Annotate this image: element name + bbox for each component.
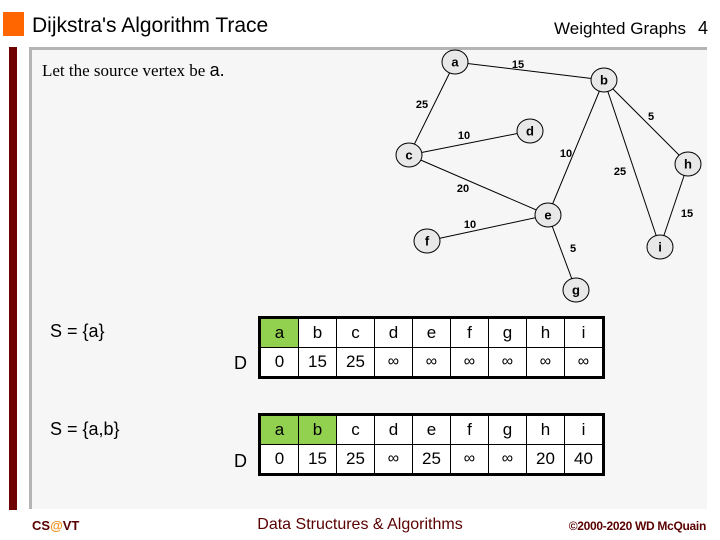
- edge-a-b: [454, 61, 605, 81]
- vertex-header-d: d: [374, 317, 413, 348]
- node-label-e: e: [544, 208, 551, 223]
- edge-weight-c-e: 20: [457, 183, 469, 195]
- vertex-header-i: i: [564, 317, 604, 348]
- distance-d: ∞: [374, 444, 413, 475]
- edge-weight-a-b: 15: [512, 59, 524, 71]
- vertex-header-a: a: [259, 317, 299, 348]
- distance-c: 25: [336, 347, 375, 378]
- node-label-d: d: [526, 124, 534, 139]
- vertex-header-c: c: [336, 414, 375, 445]
- edge-weight-e-g: 5: [570, 243, 576, 255]
- set-label-step-2: S = {a,b}: [50, 419, 120, 439]
- vertex-header-c: c: [336, 317, 375, 348]
- distance-d: ∞: [374, 347, 413, 378]
- edge-weight-b-e: 10: [560, 148, 572, 160]
- node-label-h: h: [684, 157, 692, 172]
- footer-copyright: ©2000-2020 WD McQuain: [568, 519, 707, 533]
- vertex-header-f: f: [450, 414, 489, 445]
- vertex-header-g: g: [488, 317, 527, 348]
- edge-weight-e-f: 10: [464, 219, 476, 231]
- node-label-b: b: [600, 73, 608, 88]
- vertex-header-f: f: [450, 317, 489, 348]
- node-f: f: [413, 228, 441, 254]
- edge-h-i: [659, 163, 689, 248]
- distance-h: 20: [526, 444, 565, 475]
- distance-e: 25: [412, 444, 451, 475]
- node-label-c: c: [405, 148, 412, 163]
- node-h: h: [674, 151, 702, 177]
- vertex-header-row: abcdefghi: [259, 414, 604, 445]
- distance-f: ∞: [450, 444, 489, 475]
- node-label-i: i: [658, 240, 662, 255]
- node-label-g: g: [572, 283, 580, 298]
- distance-h: ∞: [526, 347, 565, 378]
- vertex-header-b: b: [298, 317, 337, 348]
- distance-row: 0 15 25 ∞ 25 ∞ ∞ 20 40: [259, 444, 604, 475]
- distance-i: 40: [564, 444, 604, 475]
- distance-g: ∞: [488, 444, 527, 475]
- node-label-a: a: [451, 55, 459, 70]
- vertex-header-b: b: [298, 414, 337, 445]
- vertex-header-h: h: [526, 317, 565, 348]
- node-a: a: [441, 49, 469, 75]
- vertex-header-h: h: [526, 414, 565, 445]
- distance-a: 0: [259, 347, 299, 378]
- node-i: i: [646, 234, 674, 260]
- distance-a: 0: [259, 444, 299, 475]
- distance-f: ∞: [450, 347, 489, 378]
- distance-table-step-1: abcdefghi 0 15 25 ∞ ∞ ∞ ∞ ∞ ∞: [258, 316, 605, 379]
- node-b: b: [590, 67, 618, 93]
- vertex-header-e: e: [412, 317, 451, 348]
- vertex-header-d: d: [374, 414, 413, 445]
- edge-e-f: [426, 214, 549, 242]
- node-label-f: f: [425, 234, 430, 249]
- edge-b-e: [547, 79, 605, 216]
- edge-c-e: [408, 154, 549, 216]
- distance-table-step-2: abcdefghi 0 15 25 ∞ 25 ∞ ∞ 20 40: [258, 413, 605, 476]
- edge-b-h: [603, 79, 689, 165]
- edge-weight-b-h: 5: [648, 111, 654, 123]
- distance-i: ∞: [564, 347, 604, 378]
- set-label-step-1: S = {a}: [50, 321, 105, 341]
- edge-b-i: [603, 79, 661, 248]
- vertex-header-row: abcdefghi: [259, 317, 604, 348]
- distance-row: 0 15 25 ∞ ∞ ∞ ∞ ∞ ∞: [259, 347, 604, 378]
- distance-c: 25: [336, 444, 375, 475]
- distance-b: 15: [298, 347, 337, 378]
- distance-b: 15: [298, 444, 337, 475]
- distance-e: ∞: [412, 347, 451, 378]
- edge-weight-b-i: 25: [614, 166, 626, 178]
- distance-g: ∞: [488, 347, 527, 378]
- node-c: c: [395, 142, 423, 168]
- edge-weight-h-i: 15: [681, 208, 693, 220]
- distance-row-label-step-1: D: [234, 353, 247, 373]
- node-e: e: [534, 202, 562, 228]
- distance-row-label-step-2: D: [234, 451, 247, 471]
- edge-weight-a-c: 25: [416, 99, 428, 111]
- edge-weight-c-d: 10: [458, 130, 470, 142]
- node-d: d: [516, 118, 544, 144]
- vertex-header-a: a: [259, 414, 299, 445]
- vertex-header-e: e: [412, 414, 451, 445]
- node-g: g: [562, 277, 590, 303]
- vertex-header-i: i: [564, 414, 604, 445]
- vertex-header-g: g: [488, 414, 527, 445]
